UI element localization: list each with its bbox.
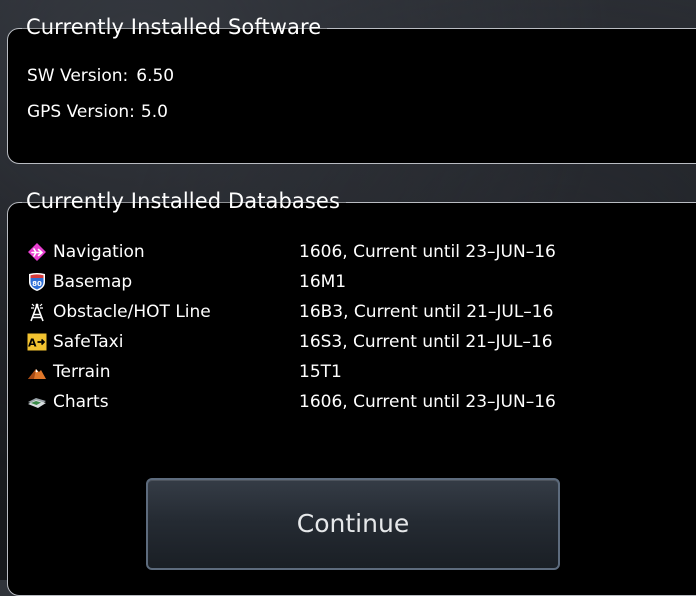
databases-panel-title: Currently Installed Databases [22, 185, 346, 217]
database-info: 1606, Current until 23–JUN–16 [299, 242, 556, 262]
database-name: Terrain [53, 362, 111, 382]
basemap-shield-icon: 80 [29, 273, 45, 291]
database-name: Obstacle/HOT Line [53, 302, 211, 322]
database-name: Navigation [53, 242, 145, 262]
database-row-basemap: 80 Basemap 16M1 [27, 270, 647, 300]
gps-version-value: 5.0 [140, 102, 168, 122]
sw-version-row: SW Version: 6.50 [27, 65, 174, 87]
database-row-safetaxi: A SafeTaxi 16S3, Current until 21–JUL–16 [27, 330, 647, 360]
database-name: Basemap [53, 272, 133, 292]
database-list: Navigation 1606, Current until 23–JUN–16… [27, 240, 647, 420]
database-info: 1606, Current until 23–JUN–16 [299, 392, 556, 412]
database-info: 15T1 [299, 362, 342, 382]
database-name: SafeTaxi [53, 332, 124, 352]
svg-text:80: 80 [32, 280, 42, 288]
software-panel: Currently Installed Software SW Version:… [7, 11, 696, 164]
database-info: 16B3, Current until 21–JUL–16 [299, 302, 554, 322]
database-row-terrain: Terrain 15T1 [27, 360, 647, 390]
terrain-icon [28, 369, 46, 379]
sw-version-label: SW Version: [27, 66, 129, 86]
svg-text:A: A [28, 337, 37, 350]
gps-version-row: GPS Version: 5.0 [27, 101, 168, 123]
continue-button[interactable]: Continue [146, 478, 560, 570]
charts-icon [28, 398, 46, 408]
safetaxi-icon: A [27, 333, 47, 351]
database-name: Charts [53, 392, 109, 412]
obstacle-tower-icon [30, 303, 44, 322]
database-info: 16S3, Current until 21–JUL–16 [299, 332, 553, 352]
database-info: 16M1 [299, 272, 347, 292]
database-row-charts: Charts 1606, Current until 23–JUN–16 [27, 390, 647, 420]
sw-version-value: 6.50 [136, 66, 175, 86]
database-row-obstacle: Obstacle/HOT Line 16B3, Current until 21… [27, 300, 647, 330]
software-panel-title: Currently Installed Software [22, 11, 328, 43]
navigation-icon [28, 243, 46, 261]
gps-version-label: GPS Version: [27, 102, 135, 122]
database-row-navigation: Navigation 1606, Current until 23–JUN–16 [27, 240, 647, 270]
